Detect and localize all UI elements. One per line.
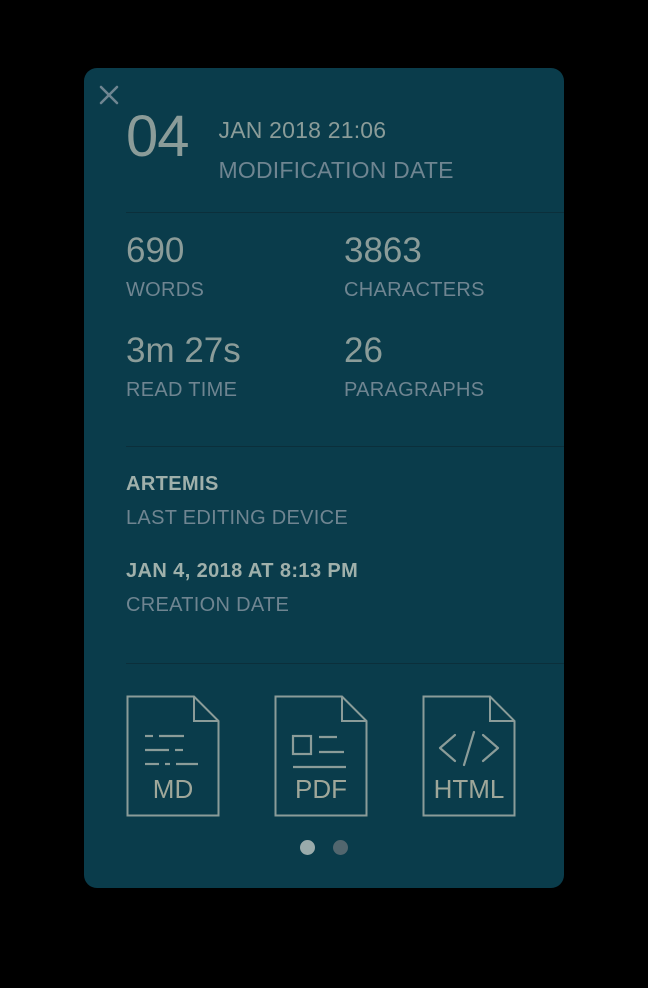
modification-date-block: 04 JAN 2018 21:06 MODIFICATION DATE <box>126 100 454 184</box>
export-md-button[interactable]: MD <box>126 695 220 817</box>
modification-date-label: MODIFICATION DATE <box>218 157 454 184</box>
creation-date-label: CREATION DATE <box>126 594 290 616</box>
stat-paragraphs-value: 26 <box>344 330 383 370</box>
stat-characters-value: 3863 <box>344 231 422 270</box>
markdown-file-icon: MD <box>126 695 220 817</box>
pagination-dots <box>84 840 564 855</box>
stat-words-label: WORDS <box>126 278 205 301</box>
stat-words-value: 690 <box>126 231 185 270</box>
pagination-dot-2[interactable] <box>333 840 348 855</box>
stat-read-time-label: READ TIME <box>126 378 238 401</box>
last-editing-device-value: ARTEMIS <box>126 473 219 495</box>
creation-date: JAN 4, 2018 AT 8:13 PM CREATION DATE <box>126 560 546 617</box>
close-icon <box>99 85 119 105</box>
divider-info <box>126 663 564 664</box>
stat-paragraphs-label: PARAGRAPHS <box>344 378 485 401</box>
pdf-file-icon: PDF <box>274 695 368 817</box>
document-info-block: ARTEMIS LAST EDITING DEVICE JAN 4, 2018 … <box>126 473 546 617</box>
modification-date-text: JAN 2018 21:06 MODIFICATION DATE <box>219 117 454 184</box>
export-pdf-button[interactable]: PDF <box>274 695 368 817</box>
stat-characters-label: CHARACTERS <box>344 278 485 301</box>
export-html-button[interactable]: HTML <box>422 695 516 817</box>
last-editing-device: ARTEMIS LAST EDITING DEVICE <box>126 473 546 530</box>
stat-read-time: 3m 27s READ TIME <box>126 330 344 401</box>
modification-date-value: JAN 2018 21:06 <box>218 117 387 143</box>
html-file-icon: HTML <box>422 695 516 817</box>
stat-words: 690 WORDS <box>126 231 344 301</box>
divider-stats <box>126 446 564 447</box>
export-html-label: HTML <box>434 774 505 804</box>
export-options: MD PDF HTML <box>126 695 536 817</box>
stats-row-2: 3m 27s READ TIME 26 PARAGRAPHS <box>126 330 526 401</box>
modification-day-number: 04 <box>126 104 190 169</box>
stats-row-1: 690 WORDS 3863 CHARACTERS <box>126 231 526 301</box>
screen: 04 JAN 2018 21:06 MODIFICATION DATE 690 … <box>0 0 648 988</box>
creation-date-value: JAN 4, 2018 AT 8:13 PM <box>126 560 359 582</box>
pagination-dot-1[interactable] <box>300 840 315 855</box>
close-button[interactable] <box>96 82 122 108</box>
export-md-label: MD <box>153 774 193 804</box>
last-editing-device-label: LAST EDITING DEVICE <box>126 507 349 529</box>
stat-paragraphs: 26 PARAGRAPHS <box>344 330 524 401</box>
stat-read-time-value: 3m 27s <box>126 330 241 370</box>
divider-header <box>126 212 564 213</box>
stat-characters: 3863 CHARACTERS <box>344 231 524 301</box>
document-info-panel: 04 JAN 2018 21:06 MODIFICATION DATE 690 … <box>84 68 564 888</box>
statistics-grid: 690 WORDS 3863 CHARACTERS 3m 27s READ TI… <box>126 231 526 401</box>
export-pdf-label: PDF <box>295 774 347 804</box>
